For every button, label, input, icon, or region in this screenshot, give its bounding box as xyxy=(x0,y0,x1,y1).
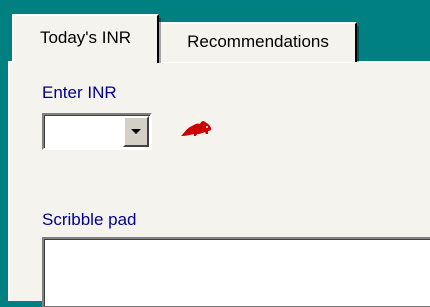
tab-todays-inr[interactable]: Today's INR xyxy=(12,14,161,63)
tab-recommendations-label: Recommendations xyxy=(187,32,329,51)
rat-icon[interactable] xyxy=(177,117,215,139)
inr-dropdown-button[interactable] xyxy=(123,116,149,147)
scribble-pad-textarea[interactable] xyxy=(42,237,430,307)
inr-combobox[interactable] xyxy=(42,113,152,150)
scribble-pad-label: Scribble pad xyxy=(42,210,137,229)
tab-todays-inr-label: Today's INR xyxy=(39,27,132,47)
tab-recommendations[interactable]: Recommendations xyxy=(159,22,359,62)
enter-inr-label: Enter INR xyxy=(42,83,117,102)
chevron-down-icon xyxy=(131,129,141,134)
